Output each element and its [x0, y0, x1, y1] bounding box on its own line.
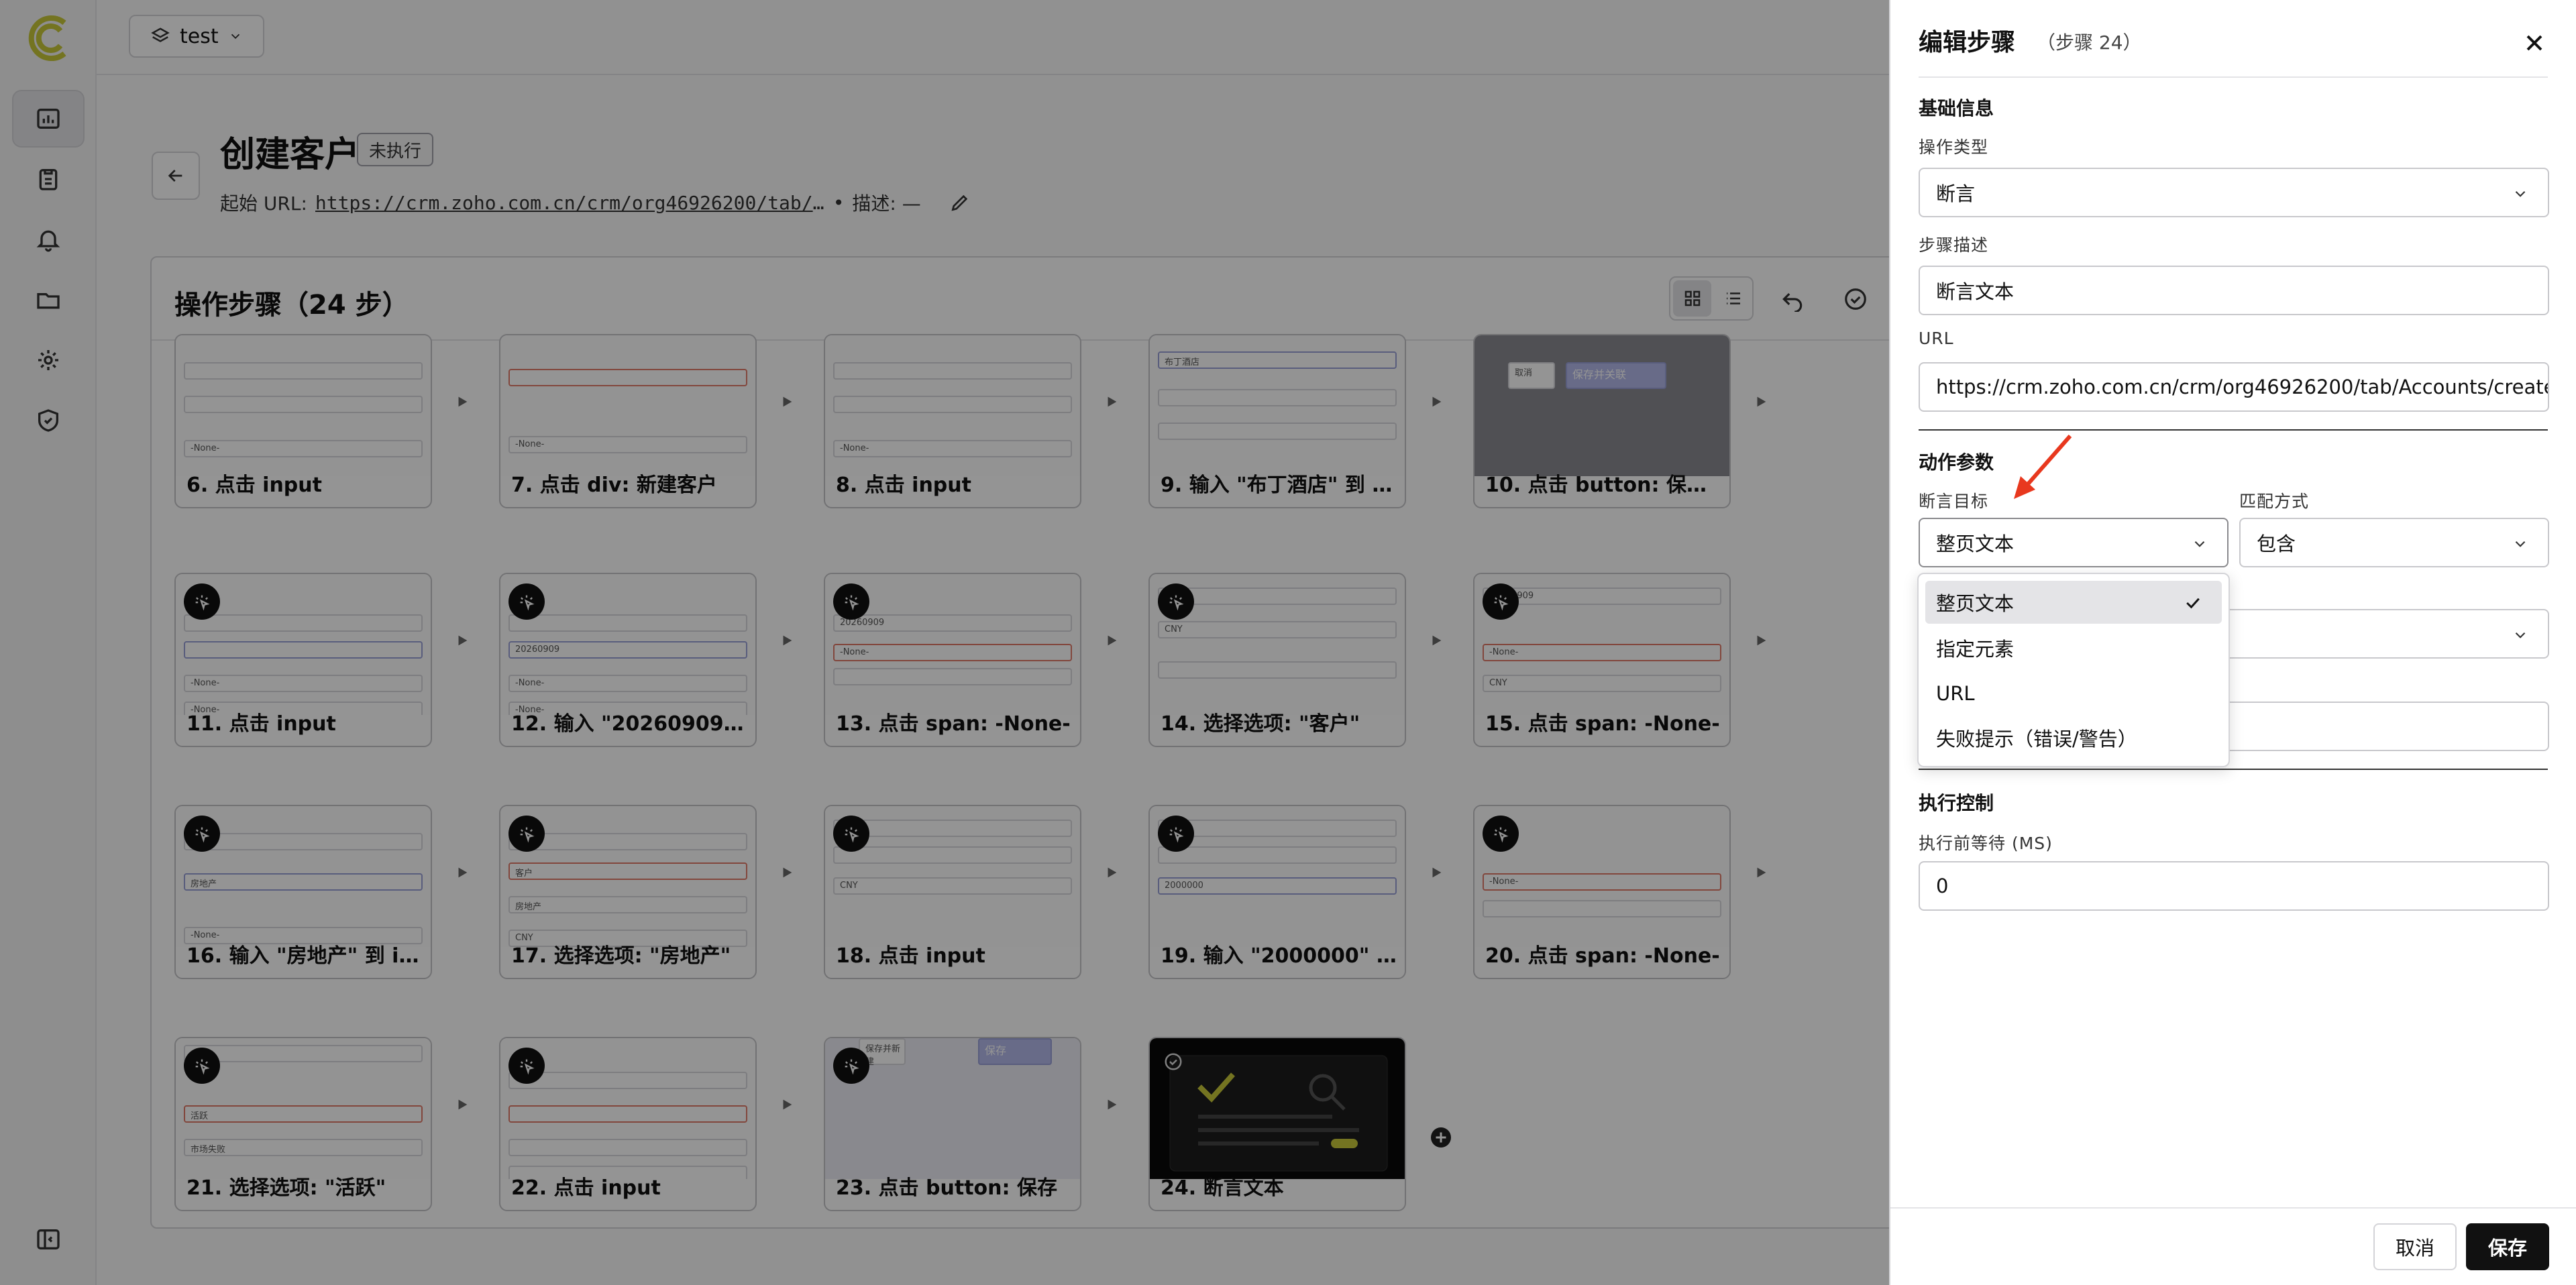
- cancel-button[interactable]: 取消: [2373, 1223, 2457, 1270]
- chevron-down-icon: [2515, 190, 2526, 197]
- chevron-down-icon: [2194, 541, 2205, 547]
- drawer-title: 编辑步骤: [1919, 29, 2016, 56]
- step-desc-input[interactable]: 断言文本: [1919, 266, 2549, 315]
- op-type-select[interactable]: 断言: [1919, 168, 2549, 217]
- url-label: URL: [1919, 329, 1954, 348]
- assert-target-value: 整页文本: [1936, 533, 2015, 555]
- modal-overlay[interactable]: [0, 0, 1889, 1285]
- basic-info-section: 基础信息: [1919, 97, 1994, 119]
- drawer-subtitle: （步骤 24）: [2037, 32, 2142, 54]
- chevron-down-icon: [2515, 541, 2526, 547]
- step-desc-label: 步骤描述: [1919, 235, 1989, 255]
- match-label: 匹配方式: [2239, 492, 2310, 511]
- header-divider: [1919, 76, 2548, 78]
- option-element[interactable]: 指定元素: [1925, 626, 2222, 669]
- wait-label: 执行前等待 (MS): [1919, 834, 2053, 853]
- section-divider: [1919, 769, 2548, 770]
- assert-target-dropdown: 整页文本 指定元素 URL 失败提示（错误/警告）: [1917, 573, 2230, 767]
- option-label: 指定元素: [1936, 638, 2015, 661]
- op-type-value: 断言: [1936, 182, 1976, 205]
- option-failure-toast[interactable]: 失败提示（错误/警告）: [1925, 716, 2222, 759]
- close-icon[interactable]: [2521, 30, 2548, 56]
- save-button[interactable]: 保存: [2466, 1223, 2549, 1270]
- option-url[interactable]: URL: [1925, 672, 2222, 715]
- check-icon: [2186, 598, 2200, 609]
- assert-target-select[interactable]: 整页文本: [1919, 518, 2229, 567]
- action-params-section: 动作参数: [1919, 451, 1994, 473]
- option-label: 整页文本: [1936, 592, 2015, 615]
- assert-target-label: 断言目标: [1919, 492, 1989, 511]
- chevron-down-icon: [2515, 632, 2526, 638]
- match-value: 包含: [2257, 533, 2296, 555]
- option-label: 失败提示（错误/警告）: [1936, 728, 2137, 750]
- option-full-page-text[interactable]: 整页文本: [1925, 581, 2222, 624]
- match-select[interactable]: 包含: [2239, 518, 2549, 567]
- op-type-label: 操作类型: [1919, 137, 1989, 157]
- exec-control-section: 执行控制: [1919, 792, 1994, 814]
- wait-input[interactable]: 0: [1919, 861, 2549, 911]
- annotation-arrow-icon: [2014, 435, 2072, 499]
- option-label: URL: [1936, 682, 1975, 705]
- url-input[interactable]: https://crm.zoho.com.cn/crm/org46926200/…: [1919, 362, 2549, 412]
- drawer-footer: 取消 保存: [1890, 1207, 2576, 1285]
